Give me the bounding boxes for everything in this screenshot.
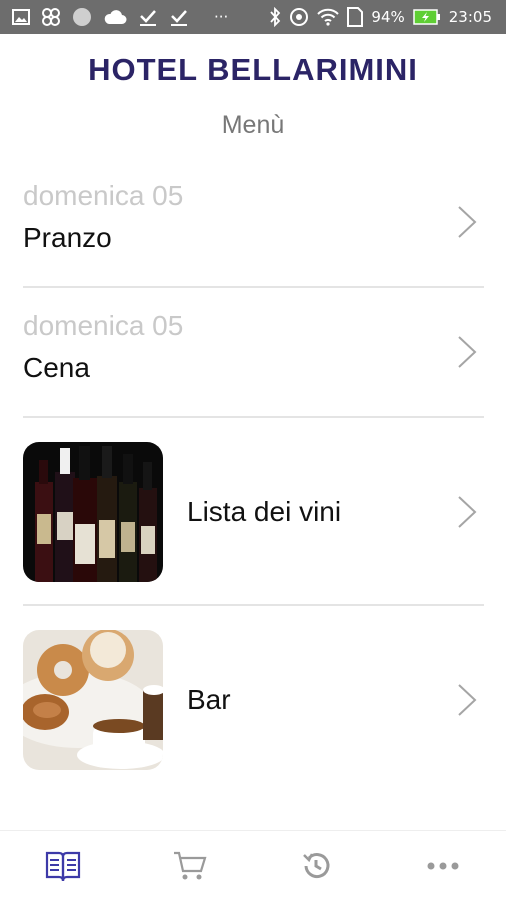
chevron-right-icon (458, 336, 477, 368)
menu-item-meal: Cena (23, 352, 90, 383)
menu-item-bar[interactable]: Bar (23, 606, 484, 794)
gallery-icon (12, 9, 30, 25)
circle-icon (72, 7, 92, 27)
menu-item-day: domenica 05 (23, 310, 184, 341)
chevron-right-icon (458, 496, 477, 528)
nfc-icon (289, 7, 309, 27)
menu-item-cena[interactable]: domenica 05 Cena (23, 288, 484, 418)
more-icon (427, 862, 459, 870)
download-done-icon-2 (169, 7, 189, 27)
menu-item-meal: Pranzo (23, 222, 112, 253)
history-icon (303, 853, 330, 879)
status-bar: ··· 94% 23:05 (0, 0, 506, 34)
nav-history-button[interactable] (276, 836, 356, 896)
more-notifications-icon: ··· (214, 8, 229, 26)
nav-more-button[interactable] (403, 836, 483, 896)
download-done-icon (138, 7, 158, 27)
menu-item-label: Bar (187, 684, 231, 715)
system-icons: 94% 23:05 (269, 7, 492, 27)
nav-menu-button[interactable] (23, 836, 103, 896)
hotel-title: HOTEL BELLARIMINI (88, 52, 418, 87)
battery-charging-icon (413, 9, 441, 25)
chevron-right-icon (458, 684, 477, 716)
pinwheel-icon (41, 7, 61, 27)
menu-item-label: Lista dei vini (187, 496, 342, 527)
battery-percent: 94% (371, 8, 405, 26)
clock: 23:05 (448, 8, 492, 26)
menu-item-wine-list[interactable]: Lista dei vini (23, 418, 484, 606)
notification-icons: ··· (12, 7, 228, 27)
cart-icon (173, 851, 207, 880)
menu-item-day: domenica 05 (23, 180, 184, 211)
nav-cart-button[interactable] (150, 836, 230, 896)
page-subtitle: Menù (221, 111, 285, 139)
wifi-icon (317, 8, 340, 26)
chevron-right-icon (458, 206, 477, 238)
bluetooth-icon (269, 7, 281, 27)
cloud-icon (103, 9, 127, 25)
menu-list: domenica 05 Pranzo domenica 05 Cena List… (23, 158, 484, 794)
menu-book-icon (46, 851, 81, 882)
menu-item-pranzo[interactable]: domenica 05 Pranzo (23, 158, 484, 288)
coffee-and-donuts-image (23, 630, 163, 770)
sim-icon (347, 7, 364, 27)
wine-bottles-image (23, 442, 163, 582)
bottom-navigation (0, 830, 506, 901)
